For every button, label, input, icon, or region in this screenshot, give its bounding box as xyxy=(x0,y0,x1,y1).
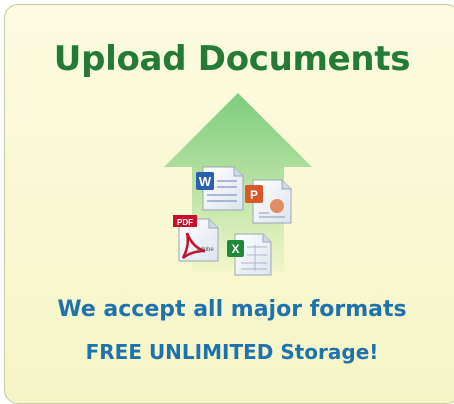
svg-text:X: X xyxy=(231,242,239,256)
formats-tagline: We accept all major formats xyxy=(57,297,407,322)
word-document-icon: W xyxy=(196,166,244,211)
pdf-brand-label: Adobe xyxy=(196,247,214,253)
svg-text:P: P xyxy=(250,188,258,202)
upload-documents-banner[interactable]: Upload Documents W P Adobe PDF X We acce… xyxy=(4,4,454,404)
pdf-document-icon: Adobe PDF xyxy=(173,215,219,262)
svg-text:W: W xyxy=(199,174,212,189)
pdf-badge-label: PDF xyxy=(177,218,193,227)
storage-tagline: FREE UNLIMITED Storage! xyxy=(85,340,379,364)
